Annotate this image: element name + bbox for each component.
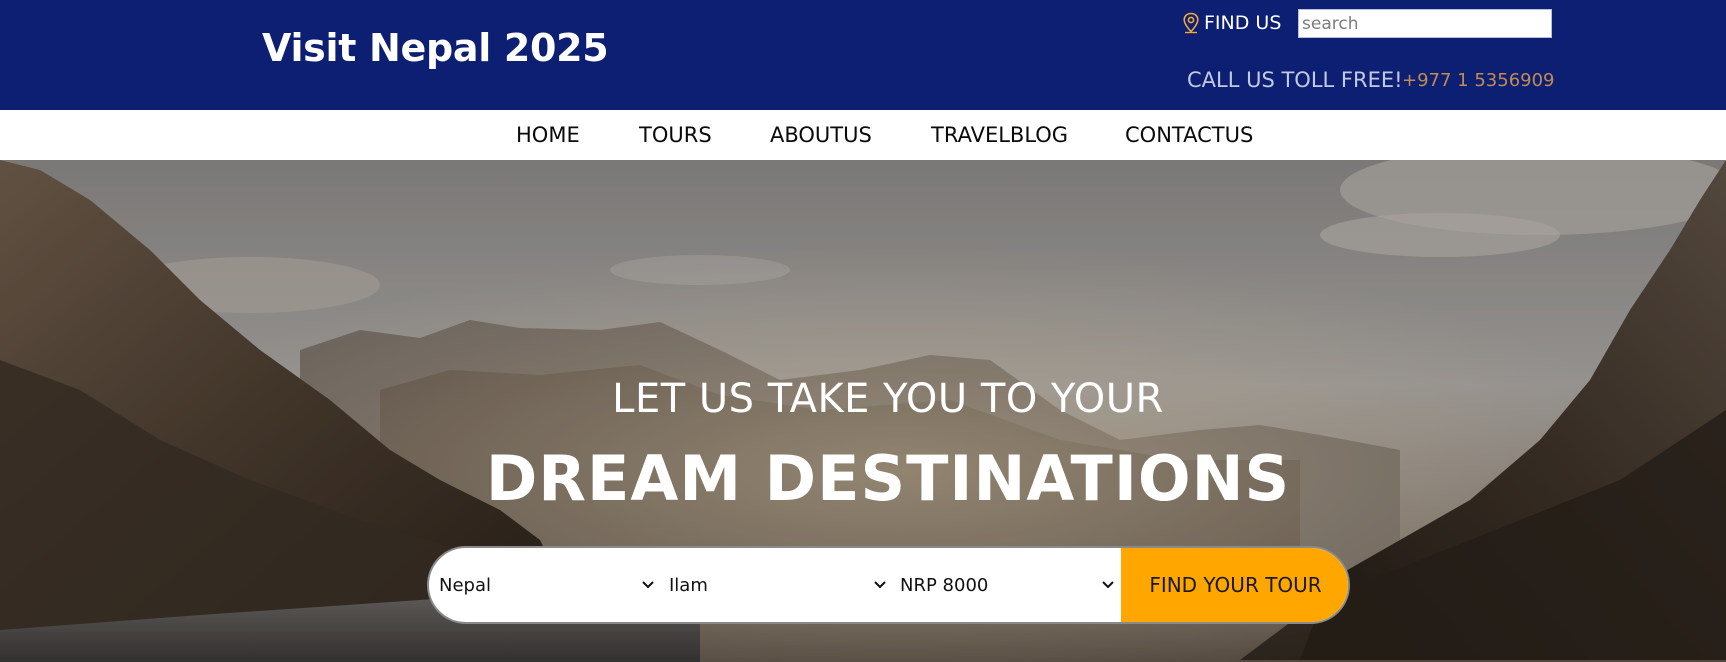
hero-title: DREAM DESTINATIONS	[485, 442, 1291, 515]
nav-item-home[interactable]: HOME	[516, 110, 580, 160]
chevron-down-icon	[1102, 581, 1114, 589]
search-input[interactable]	[1298, 9, 1552, 38]
budget-select[interactable]: NRP 8000	[894, 548, 1121, 622]
nav-item-aboutus[interactable]: ABOUTUS	[770, 110, 872, 160]
site-title[interactable]: Visit Nepal 2025	[262, 26, 609, 70]
main-nav: HOME TOURS ABOUTUS TRAVELBLOG CONTACTUS	[0, 110, 1726, 160]
country-select[interactable]: Nepal	[433, 548, 661, 622]
phone-number[interactable]: +977 1 5356909	[1402, 70, 1555, 91]
nav-item-travelblog[interactable]: TRAVELBLOG	[931, 110, 1068, 160]
country-select-value: Nepal	[439, 574, 491, 596]
city-select[interactable]: Ilam	[663, 548, 893, 622]
city-select-value: Ilam	[669, 574, 708, 596]
budget-select-value: NRP 8000	[900, 574, 989, 596]
map-pin-icon	[1183, 12, 1199, 34]
nav-item-tours[interactable]: TOURS	[639, 110, 712, 160]
hero-subtitle: LET US TAKE YOU TO YOUR	[612, 376, 1164, 422]
site-header: Visit Nepal 2025 FIND US CALL US TOLL FR…	[0, 0, 1726, 110]
chevron-down-icon	[642, 581, 654, 589]
chevron-down-icon	[874, 581, 886, 589]
find-us-link[interactable]: FIND US	[1182, 10, 1281, 36]
tour-search-bar: Nepal Ilam NRP 8000 FIND YOUR TOUR	[427, 546, 1350, 624]
find-us-label: FIND US	[1204, 12, 1282, 34]
toll-free-label: CALL US TOLL FREE!	[1187, 68, 1403, 92]
nav-item-contactus[interactable]: CONTACTUS	[1125, 110, 1253, 160]
find-your-tour-button[interactable]: FIND YOUR TOUR	[1121, 548, 1348, 622]
